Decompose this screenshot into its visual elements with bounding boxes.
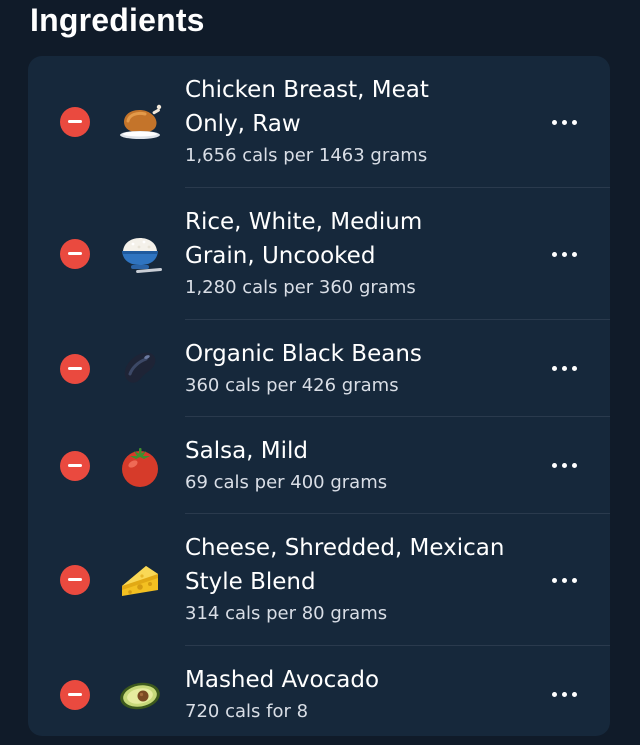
more-options-button[interactable] (548, 686, 582, 702)
ingredient-name: Cheese, Shredded, Mexican (185, 535, 505, 561)
cheese-icon (116, 556, 164, 604)
roast-chicken-icon (116, 96, 164, 144)
more-options-button[interactable] (548, 114, 582, 130)
ingredient-row-salsa[interactable]: Salsa, Mild 69 cals per 400 grams (28, 417, 610, 513)
minus-icon (68, 120, 82, 123)
remove-ingredient-button[interactable] (60, 451, 90, 481)
ingredient-name: Salsa, Mild (185, 438, 309, 464)
remove-ingredient-button[interactable] (60, 239, 90, 269)
ingredient-row-chicken[interactable]: Chicken Breast, Meat Only, Raw 1,656 cal… (28, 56, 610, 187)
ingredient-calories: 314 cals per 80 grams (185, 603, 388, 624)
more-options-button[interactable] (548, 246, 582, 262)
remove-ingredient-button[interactable] (60, 680, 90, 710)
remove-ingredient-button[interactable] (60, 354, 90, 384)
ingredient-name: Only, Raw (185, 111, 301, 137)
ingredient-row-cheese[interactable]: Cheese, Shredded, Mexican Style Blend 31… (28, 514, 610, 645)
ingredient-name: Rice, White, Medium (185, 209, 423, 235)
ingredient-name: Style Blend (185, 569, 316, 595)
avocado-icon (116, 671, 164, 719)
minus-icon (68, 578, 82, 581)
ingredient-calories: 69 cals per 400 grams (185, 472, 388, 493)
ingredient-calories: 720 cals for 8 (185, 701, 309, 722)
more-options-button[interactable] (548, 457, 582, 473)
more-options-button[interactable] (548, 572, 582, 588)
ingredient-name: Grain, Uncooked (185, 243, 376, 269)
minus-icon (68, 693, 82, 696)
ingredient-row-black-beans[interactable]: Organic Black Beans 360 cals per 426 gra… (28, 320, 610, 416)
ingredient-name: Chicken Breast, Meat (185, 77, 429, 103)
ingredient-row-rice[interactable]: Rice, White, Medium Grain, Uncooked 1,28… (28, 188, 610, 319)
ingredient-calories: 360 cals per 426 grams (185, 375, 399, 396)
ingredient-name: Organic Black Beans (185, 341, 422, 367)
ingredient-calories: 1,656 cals per 1463 grams (185, 145, 428, 166)
page-title: Ingredients (30, 2, 205, 38)
minus-icon (68, 252, 82, 255)
more-options-button[interactable] (548, 360, 582, 376)
ingredients-list: Chicken Breast, Meat Only, Raw 1,656 cal… (28, 56, 610, 736)
remove-ingredient-button[interactable] (60, 107, 90, 137)
ingredient-name: Mashed Avocado (185, 667, 380, 693)
black-bean-icon (116, 344, 164, 392)
remove-ingredient-button[interactable] (60, 565, 90, 595)
tomato-icon (116, 442, 164, 490)
minus-icon (68, 464, 82, 467)
minus-icon (68, 367, 82, 370)
ingredient-row-avocado[interactable]: Mashed Avocado 720 cals for 8 (28, 646, 610, 736)
ingredient-calories: 1,280 cals per 360 grams (185, 277, 416, 298)
rice-bowl-icon (116, 229, 164, 277)
